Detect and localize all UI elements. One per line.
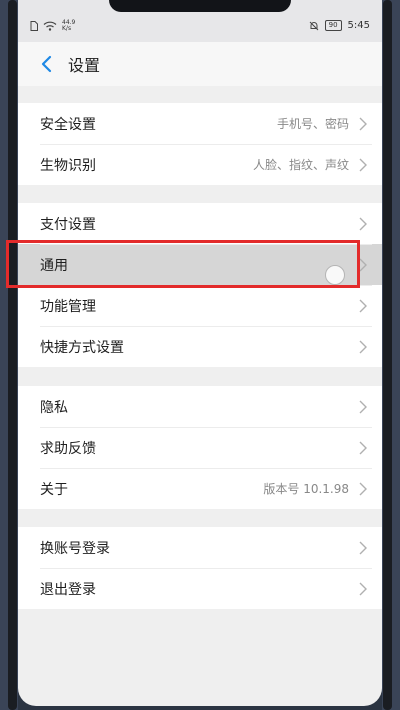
- settings-item-biometrics[interactable]: 生物识别 人脸、指纹、声纹: [18, 144, 382, 185]
- network-speed: 44.9 K/s: [62, 20, 75, 32]
- touch-indicator: [325, 265, 345, 285]
- highlight-annotation-box: [6, 240, 360, 288]
- settings-item-label: 退出登录: [40, 581, 96, 598]
- phone-bezel-left: [8, 0, 17, 710]
- camera-notch: [109, 0, 291, 12]
- battery-level: 90: [324, 20, 342, 31]
- settings-item-shortcuts[interactable]: 快捷方式设置: [18, 326, 382, 367]
- chevron-right-icon: [359, 441, 367, 454]
- settings-item-label: 关于: [40, 481, 68, 498]
- settings-item-label: 生物识别: [40, 157, 96, 174]
- settings-item-label: 安全设置: [40, 116, 96, 133]
- settings-item-value: 版本号 10.1.98: [263, 482, 349, 496]
- settings-header: 设置: [18, 42, 382, 86]
- phone-bezel-right: [383, 0, 392, 710]
- settings-item-label: 换账号登录: [40, 540, 110, 557]
- settings-item-feature-management[interactable]: 功能管理: [18, 285, 382, 326]
- chevron-right-icon: [359, 340, 367, 353]
- phone-screen: 44.9 K/s 90 5:45 设置 安全设置 手机号、密码 生物识别 人脸、…: [18, 0, 382, 706]
- settings-item-label: 功能管理: [40, 298, 96, 315]
- status-left: 44.9 K/s: [30, 20, 75, 32]
- settings-item-label: 快捷方式设置: [40, 339, 124, 356]
- settings-item-value: 人脸、指纹、声纹: [252, 158, 349, 172]
- settings-item-payment[interactable]: 支付设置: [18, 203, 382, 244]
- settings-item-value: 手机号、密码: [276, 117, 349, 131]
- settings-item-label: 求助反馈: [40, 440, 96, 457]
- settings-item-help-feedback[interactable]: 求助反馈: [18, 427, 382, 468]
- settings-group-about: 隐私 求助反馈 关于 版本号 10.1.98: [18, 386, 382, 509]
- settings-item-label: 隐私: [40, 399, 68, 416]
- sim-card-icon: [30, 21, 38, 31]
- page-title: 设置: [68, 56, 101, 75]
- chevron-right-icon: [359, 299, 367, 312]
- mute-bell-icon: [309, 21, 318, 30]
- status-time: 5:45: [347, 20, 370, 31]
- settings-item-security[interactable]: 安全设置 手机号、密码: [18, 103, 382, 144]
- wifi-icon: [43, 21, 57, 31]
- chevron-right-icon: [359, 117, 367, 130]
- settings-group-account-security: 安全设置 手机号、密码 生物识别 人脸、指纹、声纹: [18, 103, 382, 185]
- chevron-right-icon: [359, 400, 367, 413]
- chevron-right-icon: [359, 582, 367, 595]
- settings-item-switch-account[interactable]: 换账号登录: [18, 527, 382, 568]
- chevron-right-icon: [359, 541, 367, 554]
- chevron-right-icon: [359, 158, 367, 171]
- network-speed-unit: K/s: [62, 25, 72, 32]
- settings-item-label: 支付设置: [40, 216, 96, 233]
- settings-item-about[interactable]: 关于 版本号 10.1.98: [18, 468, 382, 509]
- settings-item-privacy[interactable]: 隐私: [18, 386, 382, 427]
- chevron-right-icon: [359, 217, 367, 230]
- back-arrow-icon[interactable]: [38, 55, 56, 73]
- settings-group-login: 换账号登录 退出登录: [18, 527, 382, 609]
- chevron-right-icon: [359, 482, 367, 495]
- status-right: 90 5:45: [309, 20, 370, 31]
- settings-item-logout[interactable]: 退出登录: [18, 568, 382, 609]
